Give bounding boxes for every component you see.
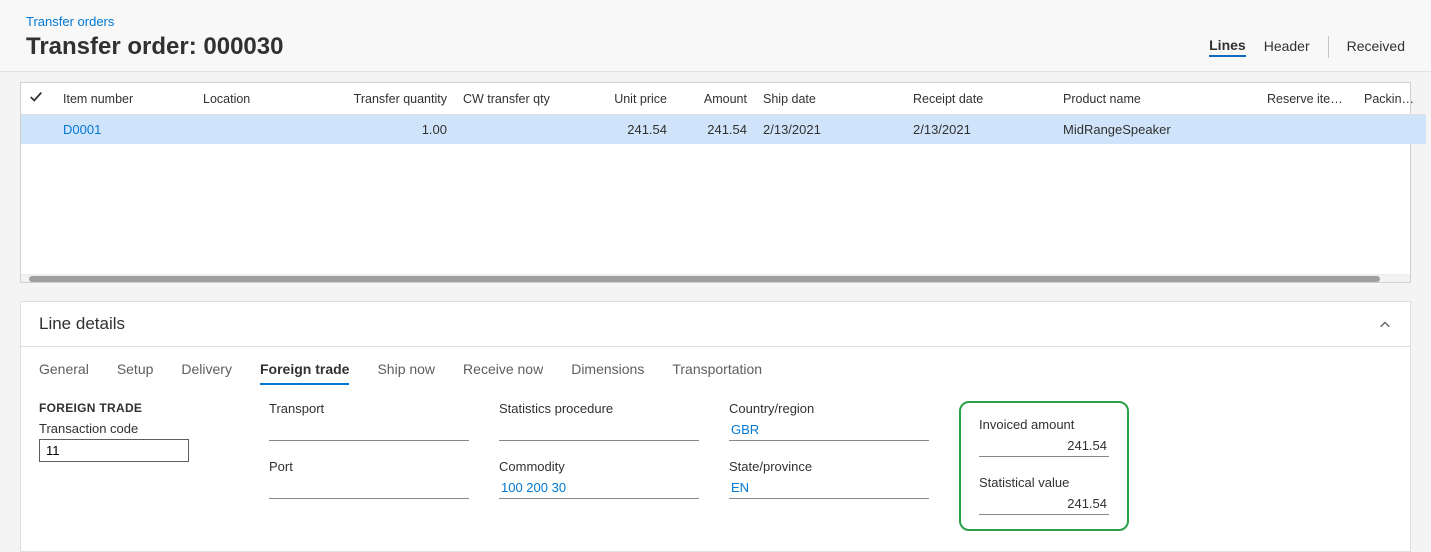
detail-tab-receive-now[interactable]: Receive now [463, 361, 543, 385]
col-receipt-date[interactable]: Receipt date [905, 83, 1055, 115]
view-tabs: Lines Header Received [1209, 36, 1405, 58]
cell-ship-date: 2/13/2021 [755, 115, 905, 145]
breadcrumb[interactable]: Transfer orders [26, 14, 1405, 29]
grid: Item number Location Transfer quantity C… [20, 82, 1411, 283]
cell-unit-price: 241.54 [565, 115, 675, 145]
line-details-panel: Line details General Setup Delivery Fore… [20, 301, 1411, 552]
detail-tab-setup[interactable]: Setup [117, 361, 154, 385]
page-title: Transfer order: 000030 [26, 33, 283, 61]
foreign-trade-section-title: FOREIGN TRADE [39, 401, 239, 415]
col-product-name[interactable]: Product name [1055, 83, 1259, 115]
col-cw-transfer-qty[interactable]: CW transfer qty [455, 83, 565, 115]
col-transfer-qty[interactable]: Transfer quantity [345, 83, 455, 115]
separator [1328, 36, 1329, 58]
cell-location [195, 115, 345, 145]
tab-lines[interactable]: Lines [1209, 37, 1246, 57]
line-details-header[interactable]: Line details [21, 302, 1410, 347]
state-province-label: State/province [729, 459, 929, 474]
detail-tab-transportation[interactable]: Transportation [672, 361, 762, 385]
cell-item-number[interactable]: D0001 [55, 115, 195, 145]
col-location[interactable]: Location [195, 83, 345, 115]
country-region-input[interactable]: GBR [729, 419, 929, 441]
port-label: Port [269, 459, 469, 474]
cell-product-name: MidRangeSpeaker [1055, 115, 1259, 145]
tab-header[interactable]: Header [1264, 38, 1310, 56]
highlight-box: Invoiced amount 241.54 Statistical value… [959, 401, 1129, 531]
tab-received[interactable]: Received [1347, 38, 1405, 56]
detail-tab-general[interactable]: General [39, 361, 89, 385]
col-item-number[interactable]: Item number [55, 83, 195, 115]
statistical-value-label: Statistical value [979, 475, 1109, 490]
cell-reserve-items [1259, 115, 1356, 145]
detail-tab-foreign-trade[interactable]: Foreign trade [260, 361, 349, 385]
cell-packing-qu [1356, 115, 1426, 145]
transport-input[interactable] [269, 419, 469, 441]
statistical-value-value: 241.54 [979, 493, 1109, 515]
detail-tab-ship-now[interactable]: Ship now [377, 361, 435, 385]
horizontal-scrollbar[interactable] [21, 274, 1410, 282]
foreign-trade-form: FOREIGN TRADE Transaction code Transport… [21, 385, 1410, 551]
cell-transfer-qty: 1.00 [345, 115, 455, 145]
cell-cw-transfer-qty [455, 115, 565, 145]
select-all-checkbox[interactable] [21, 83, 55, 115]
commodity-label: Commodity [499, 459, 699, 474]
col-amount[interactable]: Amount [675, 83, 755, 115]
invoiced-amount-label: Invoiced amount [979, 417, 1109, 432]
scrollbar-thumb[interactable] [29, 276, 1380, 282]
detail-tab-dimensions[interactable]: Dimensions [571, 361, 644, 385]
commodity-input[interactable]: 100 200 30 [499, 477, 699, 499]
transport-label: Transport [269, 401, 469, 416]
grid-header-row: Item number Location Transfer quantity C… [21, 83, 1426, 115]
cell-receipt-date: 2/13/2021 [905, 115, 1055, 145]
transaction-code-label: Transaction code [39, 421, 239, 436]
col-ship-date[interactable]: Ship date [755, 83, 905, 115]
chevron-up-icon [1378, 317, 1392, 331]
statistics-procedure-label: Statistics procedure [499, 401, 699, 416]
transaction-code-input[interactable] [39, 439, 189, 462]
line-details-title: Line details [39, 314, 125, 334]
check-icon [29, 93, 43, 107]
port-input[interactable] [269, 477, 469, 499]
detail-tab-delivery[interactable]: Delivery [181, 361, 232, 385]
country-region-label: Country/region [729, 401, 929, 416]
col-unit-price[interactable]: Unit price [565, 83, 675, 115]
col-reserve-items[interactable]: Reserve items a... [1259, 83, 1356, 115]
cell-amount: 241.54 [675, 115, 755, 145]
statistics-procedure-input[interactable] [499, 419, 699, 441]
col-packing-qu[interactable]: Packing qu [1356, 83, 1426, 115]
invoiced-amount-value: 241.54 [979, 435, 1109, 457]
detail-tabs: General Setup Delivery Foreign trade Shi… [21, 347, 1410, 385]
table-row[interactable]: D0001 1.00 241.54 241.54 2/13/2021 2/13/… [21, 115, 1426, 145]
state-province-input[interactable]: EN [729, 477, 929, 499]
